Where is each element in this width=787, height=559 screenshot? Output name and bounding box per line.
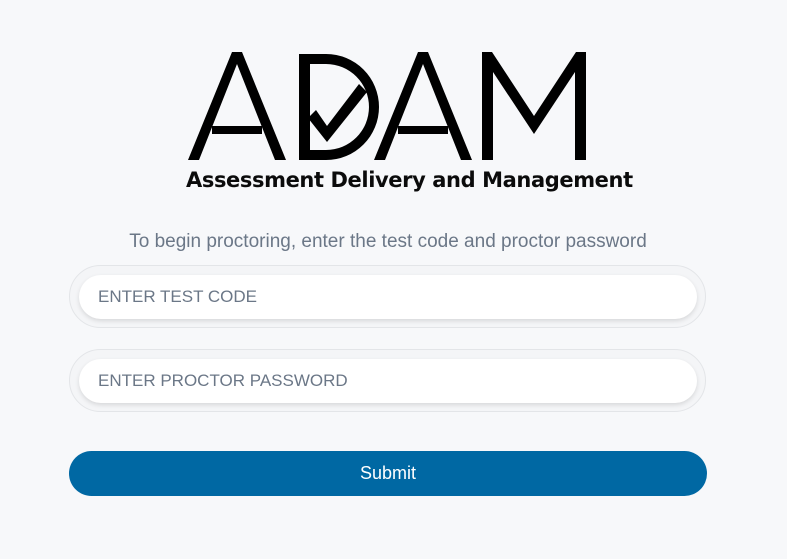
checkmark-icon [308,84,367,142]
adam-wordmark [188,52,586,160]
proctor-password-field [69,349,706,412]
adam-logo: Assessment Delivery and Management [186,52,633,194]
instruction-text: To begin proctoring, enter the test code… [129,231,647,252]
test-code-field [69,265,706,328]
test-code-input[interactable] [79,275,697,319]
proctor-password-input[interactable] [79,359,697,403]
submit-button[interactable]: Submit [69,451,707,496]
logo-subtitle: Assessment Delivery and Management [186,168,633,192]
